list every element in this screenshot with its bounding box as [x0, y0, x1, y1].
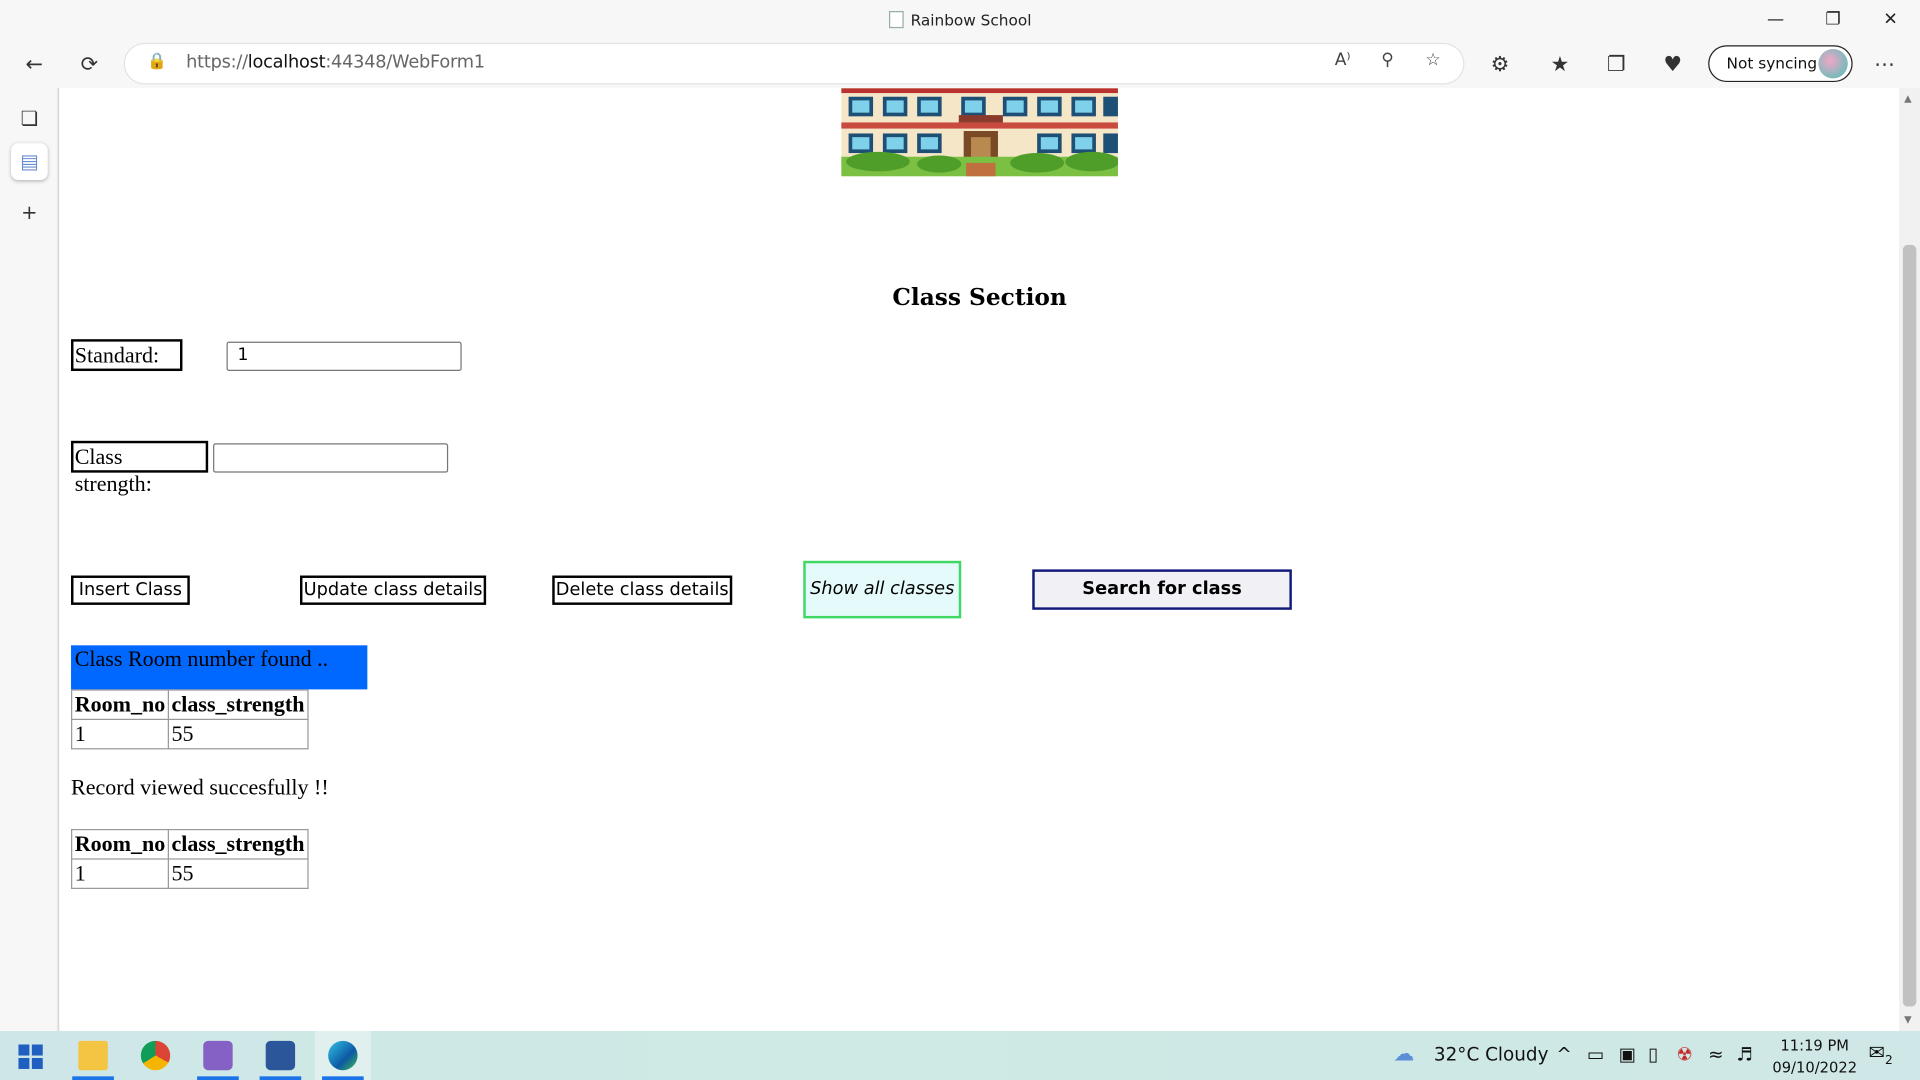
found-message: Class Room number found .. — [71, 645, 368, 690]
class-strength-label: Class strength: — [71, 440, 209, 496]
chevron-up-icon[interactable]: ^ — [1556, 1043, 1571, 1065]
scroll-down-icon[interactable]: ▼ — [1904, 1014, 1912, 1025]
result-table: Room_no class_strength 1 55 — [71, 689, 309, 750]
avatar — [1818, 48, 1848, 79]
battery-saver-icon[interactable]: ▭ — [1587, 1043, 1604, 1065]
class-strength-input[interactable] — [213, 443, 449, 473]
wifi-icon[interactable]: ≈ — [1708, 1043, 1723, 1065]
volume-icon[interactable]: ♬ — [1736, 1043, 1752, 1065]
table-row: 1 55 — [71, 718, 309, 750]
file-explorer-app[interactable] — [65, 1031, 121, 1080]
lock-icon[interactable]: 🔒 — [147, 53, 167, 71]
window-title: Rainbow School — [0, 11, 1920, 29]
header-room-no: Room_no — [71, 689, 170, 721]
folder-icon — [78, 1040, 108, 1071]
word-app[interactable] — [252, 1031, 308, 1080]
edge-app[interactable] — [314, 1031, 372, 1080]
header-class-strength: class_strength — [167, 828, 309, 860]
refresh-icon[interactable]: ⟳ — [73, 50, 105, 79]
cloud-icon[interactable]: ☁ — [1393, 1042, 1414, 1066]
windows-icon — [18, 1044, 43, 1069]
read-aloud-icon[interactable]: A⁾ — [1335, 50, 1351, 70]
school-building-image — [841, 88, 1118, 177]
url-text[interactable]: https://localhost:44348/WebForm1 — [186, 53, 485, 73]
visual-studio-app[interactable] — [190, 1031, 246, 1080]
cell-class-strength: 55 — [167, 858, 309, 889]
extensions-icon[interactable]: ⚙ — [1484, 50, 1516, 79]
scroll-up-icon[interactable]: ▲ — [1904, 93, 1912, 104]
active-indicator — [322, 1076, 364, 1080]
cell-class-strength: 55 — [167, 718, 309, 750]
minimize-button[interactable]: — — [1751, 5, 1800, 34]
active-indicator — [72, 1076, 114, 1080]
search-class-button[interactable]: Search for class — [1032, 569, 1292, 610]
chrome-app[interactable] — [127, 1031, 183, 1080]
collections-icon[interactable]: ❐ — [1600, 50, 1632, 79]
visual-studio-icon — [203, 1040, 233, 1071]
taskbar: ☁ 32°C Cloudy ^ ▭ ▣ ▯ ☢ ≈ ♬ 11:19 PM 09/… — [0, 1031, 1920, 1080]
active-indicator — [197, 1076, 239, 1080]
page-content: Class Section Standard: 1 Class strength… — [60, 88, 1900, 1032]
address-bar[interactable]: 🔒 https://localhost:44348/WebForm1 A⁾ ⚲ … — [124, 44, 1464, 84]
vertical-scrollbar[interactable]: ▲ ▼ — [1899, 88, 1920, 1032]
weather-text[interactable]: 32°C Cloudy — [1434, 1043, 1549, 1065]
browser-essentials-icon[interactable]: ♥ — [1657, 50, 1689, 79]
browser-toolbar: ← ⟳ 🔒 https://localhost:44348/WebForm1 A… — [0, 41, 1920, 89]
viewed-message: Record viewed succesfully !! — [71, 775, 329, 800]
standard-label: Standard: — [71, 339, 183, 372]
notification-count: 2 — [1885, 1054, 1893, 1068]
clock[interactable]: 11:19 PM 09/10/2022 — [1763, 1035, 1866, 1079]
header-class-strength: class_strength — [167, 689, 309, 721]
page-title: Class Section — [892, 284, 1067, 312]
table-header-row: Room_no class_strength — [71, 689, 309, 721]
vertical-tabs-bar: ❏ ▤ + — [0, 88, 59, 1032]
back-icon[interactable]: ← — [18, 50, 50, 79]
clock-date: 09/10/2022 — [1772, 1059, 1858, 1077]
notifications-icon[interactable]: ✉2 — [1869, 1041, 1893, 1068]
standard-input[interactable]: 1 — [226, 341, 462, 372]
sync-label: Not syncing — [1726, 53, 1818, 73]
window-title-text: Rainbow School — [910, 11, 1032, 30]
page-icon — [888, 11, 904, 29]
header-room-no: Room_no — [71, 828, 170, 860]
add-favorite-icon[interactable]: ☆ — [1425, 50, 1440, 70]
scrollbar-thumb[interactable] — [1902, 244, 1917, 1007]
favorites-icon[interactable]: ★ — [1544, 50, 1576, 79]
chrome-icon — [140, 1040, 171, 1071]
all-classes-table: Room_no class_strength 1 55 — [71, 828, 309, 889]
tab-rainbow-school[interactable]: ▤ — [11, 143, 48, 181]
table-row: 1 55 — [71, 858, 309, 889]
security-icon[interactable]: ☢ — [1676, 1043, 1692, 1065]
title-bar: Rainbow School — ❐ ✕ — [0, 0, 1920, 42]
close-button[interactable]: ✕ — [1866, 5, 1915, 34]
word-icon — [265, 1040, 296, 1071]
delete-class-button[interactable]: Delete class details — [552, 575, 733, 605]
active-indicator — [259, 1076, 302, 1080]
edge-icon — [328, 1040, 358, 1071]
profile-sync-button[interactable]: Not syncing — [1708, 45, 1853, 83]
clock-time: 11:19 PM — [1780, 1037, 1849, 1055]
cell-room-no: 1 — [71, 718, 170, 750]
zoom-icon[interactable]: ⚲ — [1381, 50, 1394, 70]
battery-icon[interactable]: ▯ — [1648, 1043, 1658, 1065]
new-tab-icon[interactable]: + — [11, 195, 48, 232]
show-all-classes-button[interactable]: Show all classes — [803, 560, 962, 619]
more-menu-icon[interactable]: ⋯ — [1869, 50, 1901, 79]
update-class-button[interactable]: Update class details — [300, 575, 487, 605]
restore-button[interactable]: ❐ — [1809, 5, 1858, 34]
tab-actions-icon[interactable]: ❏ — [11, 100, 48, 137]
table-header-row: Room_no class_strength — [71, 828, 309, 860]
insert-class-button[interactable]: Insert Class — [71, 575, 190, 605]
cell-room-no: 1 — [71, 858, 170, 889]
start-button[interactable] — [2, 1031, 58, 1080]
device-icon[interactable]: ▣ — [1619, 1043, 1636, 1065]
